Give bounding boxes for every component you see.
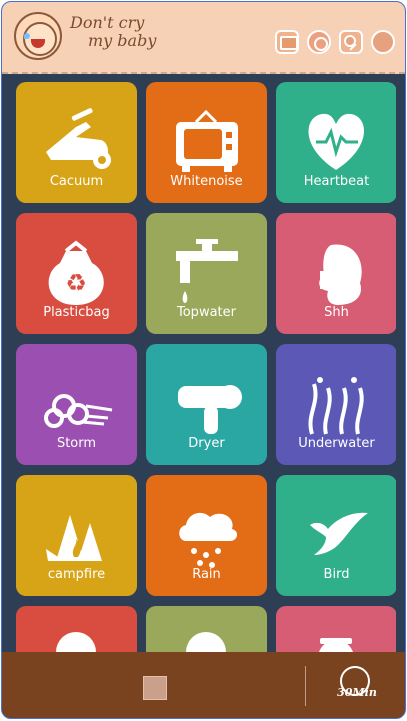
sound-tile-cacuum[interactable]: Cacuum: [16, 82, 137, 203]
tile-label: Underwater: [298, 436, 375, 451]
footer-divider: [305, 666, 306, 706]
stop-button[interactable]: [143, 676, 167, 700]
title-line-2: my baby: [88, 31, 157, 50]
sound-tile-whitenoise[interactable]: Whitenoise: [146, 82, 267, 203]
gear-icon[interactable]: [307, 30, 331, 54]
sound-tile-shh[interactable]: Shh: [276, 213, 396, 334]
tv-icon[interactable]: [275, 30, 299, 54]
sound-grid: Cacuum Whitenoise Heartbeat ♻ Plasticbag Topw…: [16, 82, 396, 662]
rattle-icon[interactable]: [339, 30, 363, 54]
timer-label: 30Min: [328, 684, 386, 700]
tile-label: Rain: [192, 567, 221, 582]
tile-label: Shh: [324, 305, 349, 320]
player-footer: 30Min: [2, 652, 405, 718]
sound-tile-topwater[interactable]: Topwater: [146, 213, 267, 334]
title-line-1: Don't cry: [70, 13, 145, 32]
timer-unit: Min: [352, 686, 377, 699]
sound-tile-campfire[interactable]: campfire: [16, 475, 137, 596]
tile-label: campfire: [47, 567, 106, 582]
sound-tile-bird[interactable]: Bird: [276, 475, 396, 596]
tile-label: Plasticbag: [43, 305, 110, 320]
sound-tile-heartbeat[interactable]: Heartbeat: [276, 82, 396, 203]
baby-logo-icon: [14, 12, 62, 60]
app-header: Don't cry my baby: [2, 2, 405, 74]
sound-tile-dryer[interactable]: Dryer: [146, 344, 267, 465]
hands-icon[interactable]: [371, 30, 395, 54]
sound-tile-underwater[interactable]: Underwater: [276, 344, 396, 465]
sound-tile-rain[interactable]: Rain: [146, 475, 267, 596]
app-title: Don't cry my baby: [70, 14, 156, 50]
tile-label: Whitenoise: [170, 174, 243, 189]
timer-button[interactable]: 30Min: [328, 666, 386, 706]
tile-label: Cacuum: [49, 174, 104, 189]
tile-label: Dryer: [188, 436, 225, 451]
tile-label: Storm: [56, 436, 97, 451]
sound-tile-plasticbag[interactable]: ♻ Plasticbag: [16, 213, 137, 334]
svg-text:♻: ♻: [65, 269, 87, 297]
tile-label: Heartbeat: [303, 174, 370, 189]
tile-label: Topwater: [177, 305, 236, 320]
timer-value: 30: [337, 686, 353, 699]
app-frame: Don't cry my baby Cacuum Whitenoise Heartb…: [1, 1, 406, 719]
tile-label: Bird: [323, 567, 350, 582]
sound-tile-storm[interactable]: Storm: [16, 344, 137, 465]
header-icons: [275, 30, 395, 54]
